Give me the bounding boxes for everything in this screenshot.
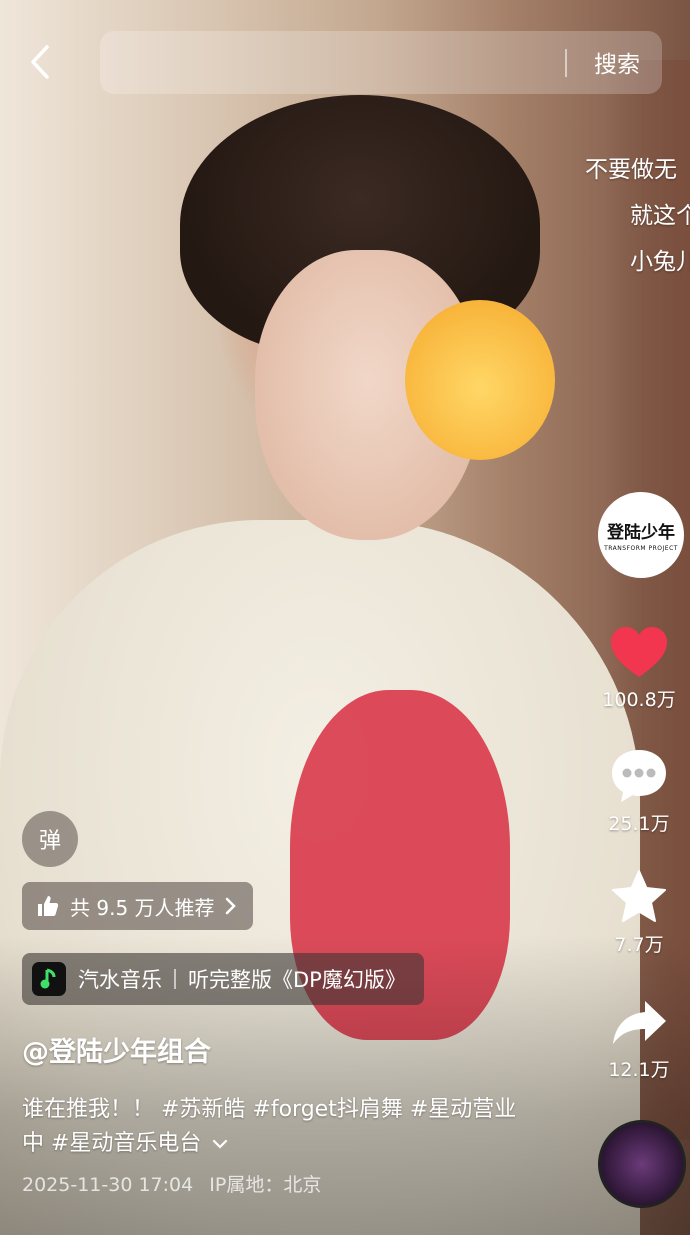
post-description-text: 谁在推我！！ #苏新皓 #forget抖肩舞 #星动营业中 #星动音乐电台	[22, 1097, 517, 1156]
avatar-logo-subtext: TRANSFORM PROJECT	[604, 545, 678, 552]
back-button[interactable]	[20, 42, 60, 82]
danmaku-toggle-button[interactable]: 弹	[22, 811, 78, 867]
author-name[interactable]: @登陆少年组合	[22, 1030, 211, 1069]
danmaku-comment: 就这个	[630, 203, 690, 229]
like-button[interactable]: 100.8万	[596, 625, 682, 712]
music-tag[interactable]: 汽水音乐 听完整版《DP魔幻版》	[22, 953, 424, 1005]
post-description[interactable]: 谁在推我！！ #苏新皓 #forget抖肩舞 #星动营业中 #星动音乐电台	[22, 1093, 522, 1161]
author-avatar[interactable]: 登陆少年 TRANSFORM PROJECT	[598, 492, 684, 578]
favorite-count: 7.7万	[614, 934, 664, 956]
comment-button[interactable]: 25.1万	[596, 747, 682, 836]
danmaku-comment: 不要做无	[585, 157, 677, 183]
waving-hand-sticker	[405, 300, 555, 460]
back-arrow-icon	[31, 45, 49, 79]
recommend-pill[interactable]: 共 9.5 万人推荐	[22, 882, 253, 930]
thumbs-up-icon	[38, 896, 59, 916]
like-count: 100.8万	[602, 689, 676, 711]
music-app-name: 汽水音乐	[78, 968, 162, 992]
post-date: 2025-11-30 17:04	[22, 1174, 194, 1196]
recommend-text: 共 9.5 万人推荐	[70, 895, 215, 920]
ip-location: IP属地：北京	[209, 1174, 322, 1196]
star-icon	[612, 870, 666, 922]
heart-icon	[611, 627, 667, 677]
danmaku-comment: 小兔儿	[630, 249, 690, 275]
search-input[interactable]: 搜索	[100, 31, 662, 94]
qishui-music-icon	[32, 962, 66, 996]
share-button[interactable]: 12.1万	[596, 997, 682, 1082]
comment-icon	[612, 750, 666, 802]
avatar-logo-text: 登陆少年	[607, 523, 675, 543]
share-count: 12.1万	[608, 1059, 670, 1081]
share-arrow-icon	[613, 1001, 666, 1044]
comment-count: 25.1万	[608, 813, 670, 835]
post-meta: 2025-11-30 17:04 IP属地：北京	[22, 1170, 321, 1197]
divider	[174, 969, 176, 989]
search-divider	[565, 49, 567, 77]
music-disc-avatar[interactable]	[598, 1120, 686, 1208]
music-cta-text: 听完整版《DP魔幻版》	[188, 968, 406, 992]
expand-chevron-icon[interactable]	[212, 1138, 228, 1150]
chevron-right-icon	[225, 897, 236, 915]
favorite-button[interactable]: 7.7万	[596, 868, 682, 957]
search-button[interactable]: 搜索	[594, 45, 640, 79]
